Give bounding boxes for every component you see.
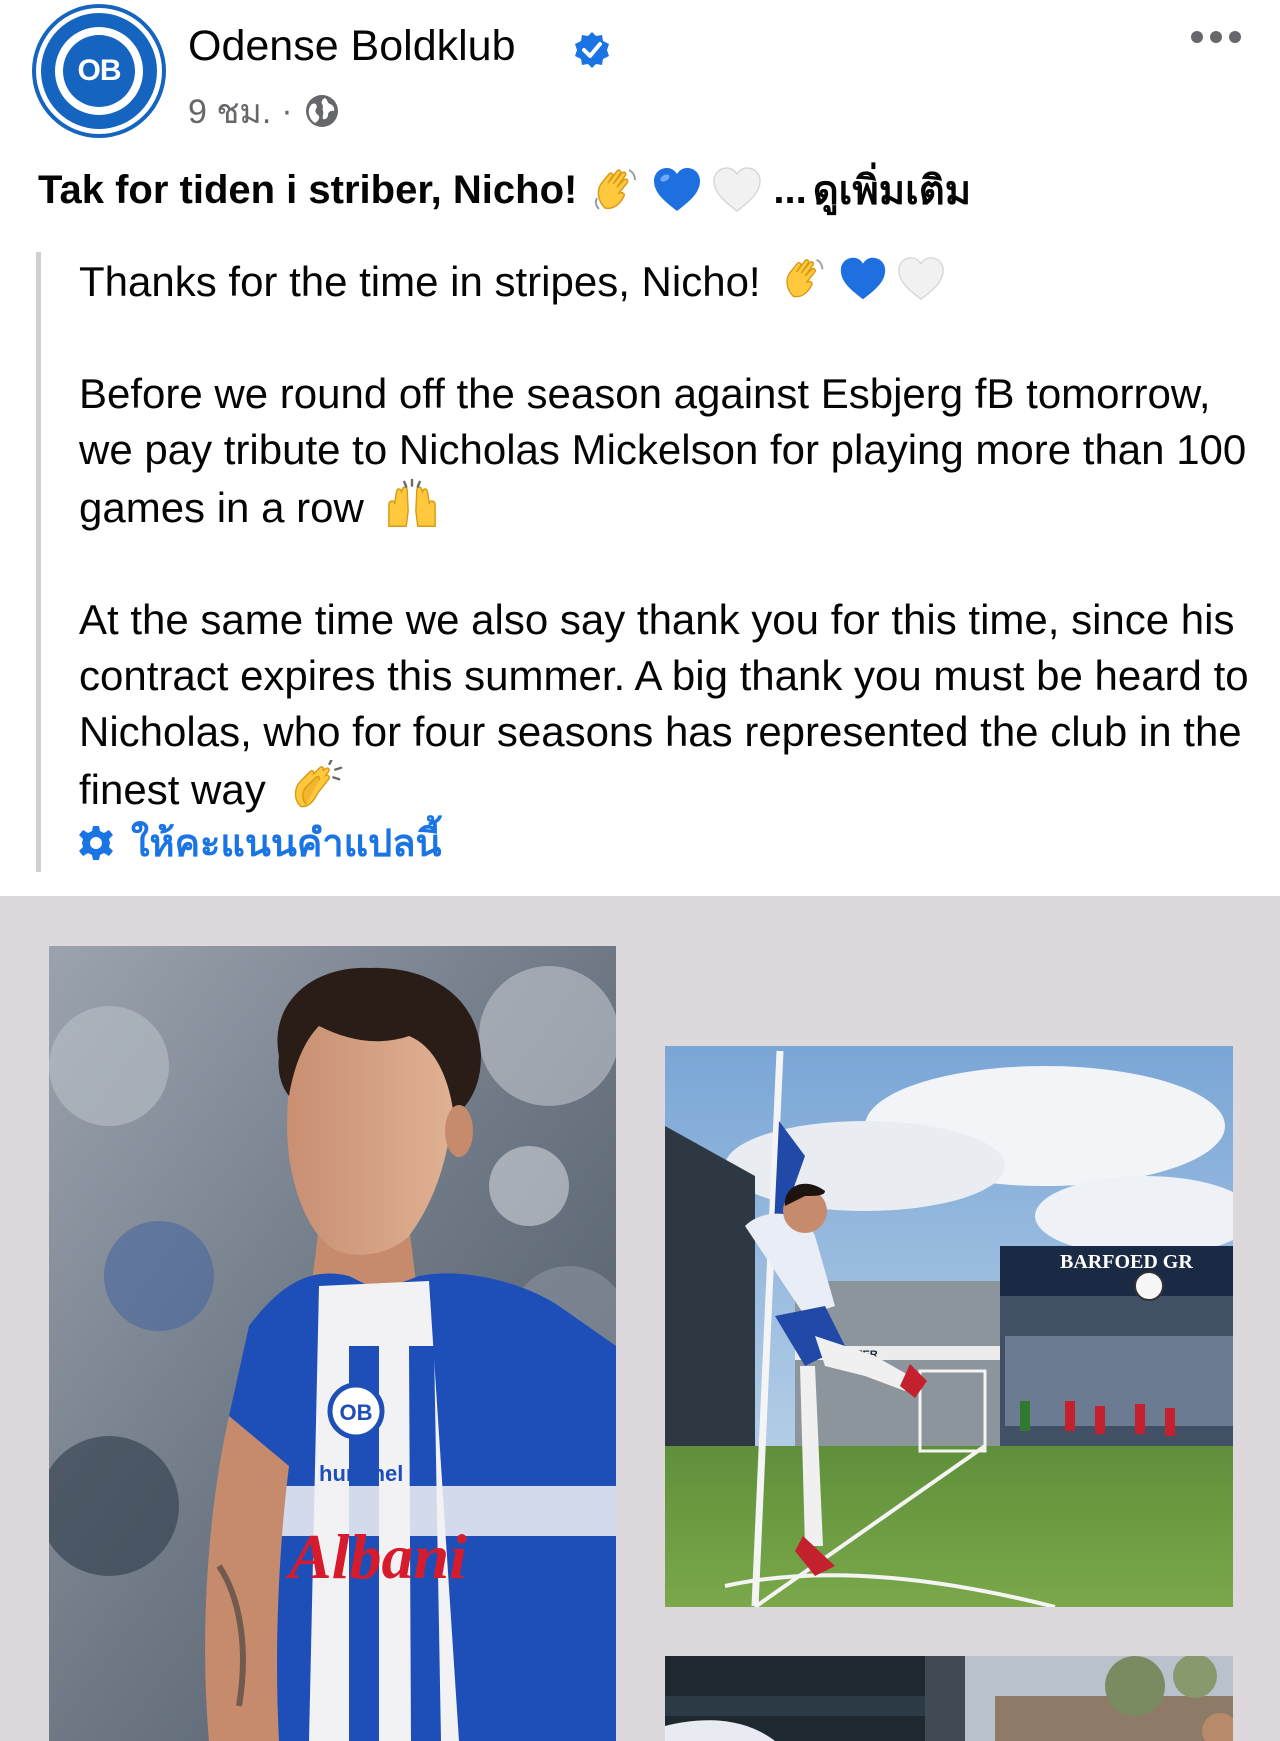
ellipsis: ... <box>773 167 807 212</box>
post-meta: 9 ชม. · <box>188 84 341 138</box>
post-title-text: Tak for tiden i striber, Nicho! <box>38 167 578 212</box>
badge-text: OB <box>340 1400 373 1425</box>
clapping-hands-icon <box>295 758 343 808</box>
waving-hand-icon <box>595 169 637 210</box>
post-timestamp[interactable]: 9 ชม. <box>188 84 271 138</box>
stadium-image-3 <box>665 1656 1233 1741</box>
corner-kick-photo[interactable]: BARFOED GR AV-CENTER <box>665 1046 1233 1607</box>
translated-text-block: Thanks for the time in stripes, Nicho! B… <box>36 252 1249 873</box>
raising-hands-icon <box>388 478 437 527</box>
white-heart-icon <box>898 257 945 301</box>
avatar-ring: OB <box>55 27 143 115</box>
page-avatar[interactable]: OB <box>36 8 162 134</box>
translation-title: Thanks for the time in stripes, Nicho! <box>79 258 761 305</box>
paragraph-2-text: Before we round off the season against E… <box>79 370 1247 531</box>
see-more-link[interactable]: ดูเพิ่มเติม <box>813 158 971 222</box>
page-name-link[interactable]: Odense Boldklub <box>188 22 516 71</box>
meta-separator: · <box>281 91 293 130</box>
stand-sign-text: BARFOED GR <box>1060 1251 1193 1273</box>
translation-paragraph-3: At the same time we also say thank you f… <box>79 592 1259 818</box>
more-options-icon[interactable] <box>1186 22 1246 52</box>
more-dot <box>1191 31 1203 43</box>
rate-translation-link[interactable]: ให้คะแนนคำแปลนี้ <box>77 812 442 873</box>
waving-hand-icon <box>786 258 824 298</box>
corner-kick-image: BARFOED GR AV-CENTER <box>665 1046 1233 1607</box>
gear-icon <box>79 825 113 860</box>
post-header: OB Odense Boldklub 9 ชม. · <box>0 0 1280 140</box>
sponsor-text: hummel <box>319 1461 403 1486</box>
more-dot <box>1210 31 1222 43</box>
translation-paragraph-2: Before we round off the season against E… <box>79 366 1259 536</box>
globe-icon <box>305 95 338 127</box>
translation-body: Thanks for the time in stripes, Nicho! B… <box>79 252 1259 818</box>
photo-grid: OB hummel Albani BARFOED GR <box>0 896 1280 1741</box>
player-portrait-photo[interactable]: OB hummel Albani <box>49 946 616 1741</box>
blue-heart-icon <box>841 257 886 300</box>
translation-line-1: Thanks for the time in stripes, Nicho! <box>79 252 1259 310</box>
more-dot <box>1229 31 1241 43</box>
jersey-sponsor-text: Albani <box>285 1521 467 1592</box>
stadium-photo-3[interactable] <box>665 1656 1233 1741</box>
blue-heart-icon <box>654 168 701 211</box>
avatar-logo-text: OB <box>63 35 135 107</box>
player-portrait-image: OB hummel Albani <box>49 946 616 1741</box>
paragraph-3-text: At the same time we also say thank you f… <box>79 596 1249 813</box>
verified-badge-icon <box>575 32 609 68</box>
rate-translation-label: ให้คะแนนคำแปลนี้ <box>131 823 442 865</box>
white-heart-icon <box>713 167 762 212</box>
post-text: Tak for tiden i striber, Nicho! ... ดูเพ… <box>38 158 971 222</box>
